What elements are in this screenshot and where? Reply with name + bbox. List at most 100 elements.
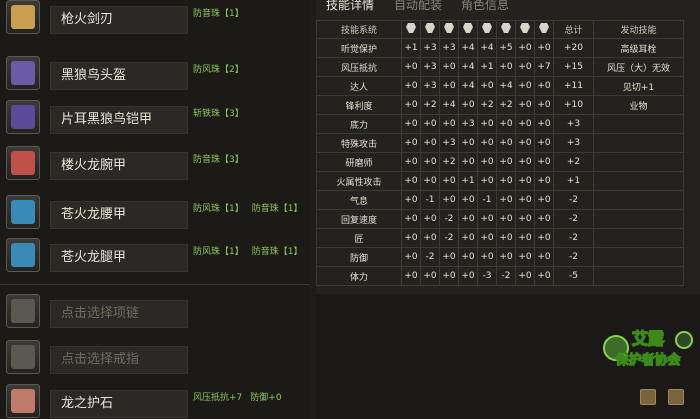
skill-point-cell: +0 [534, 171, 554, 191]
skill-point-cell: -2 [496, 266, 516, 286]
charm-icon-glyph [11, 389, 35, 413]
waist-armor-icon-glyph [11, 200, 35, 224]
skill-point-cell: +0 [401, 190, 421, 210]
skill-point-cell: +0 [458, 247, 478, 267]
tab-character-info[interactable]: 角色信息 [461, 0, 509, 13]
decoration-label: 防音珠【3】 [193, 155, 244, 165]
equipment-name[interactable]: 点击选择戒指 [50, 346, 188, 374]
active-skill [593, 190, 684, 210]
equipment-slot[interactable]: 片耳黑狼鸟铠甲 斩铁珠【3】 [0, 100, 310, 146]
skill-point-cell: -2 [439, 228, 459, 248]
logo-text-top: 艾露 [632, 329, 665, 348]
weapon-icon [401, 20, 421, 39]
skill-total: -2 [553, 190, 594, 210]
equipment-slot[interactable]: 楼火龙腕甲 防音珠【3】 [0, 146, 310, 192]
skill-point-cell: -3 [477, 266, 497, 286]
skill-point-cell: +7 [534, 57, 554, 77]
necklace-icon-glyph [11, 299, 35, 323]
skill-point-cell: +0 [496, 190, 516, 210]
skill-point-cell: +0 [515, 209, 535, 229]
equipment-name[interactable]: 点击选择项链 [50, 300, 188, 328]
table-header-row: 技能系统 总计 发动技能 [316, 20, 684, 39]
table-row: 风压抵抗 +0 +3 +0 +4 +1 +0 +0 +7 +15 风压（大）无效 [316, 57, 684, 77]
skill-point-cell: +0 [420, 114, 440, 134]
skill-point-cell: +0 [496, 57, 516, 77]
skill-name: 风压抵抗 [316, 57, 402, 77]
skill-point-cell: +0 [534, 190, 554, 210]
skill-point-cell: -2 [439, 209, 459, 229]
skill-point-cell: +0 [515, 247, 535, 267]
skill-name: 听觉保护 [316, 38, 402, 58]
tab-auto-equip[interactable]: 自动配装 [394, 0, 442, 13]
necklace-icon[interactable] [6, 294, 40, 328]
skill-total: -2 [553, 247, 594, 267]
settings-button[interactable] [668, 389, 684, 405]
equipment-slot[interactable]: 龙之护石 风压抵抗+7 防御+0 [0, 384, 310, 419]
skill-point-cell: +0 [515, 38, 535, 58]
logo-icon: 艾露 保护者协会 [603, 328, 693, 369]
equipment-name[interactable]: 片耳黑狼鸟铠甲 [50, 106, 188, 134]
skill-name: 回复速度 [316, 209, 402, 229]
skill-name: 气息 [316, 190, 402, 210]
skill-point-cell: +0 [496, 152, 516, 172]
waist-armor-icon[interactable] [6, 195, 40, 229]
table-row: 火属性攻击 +0 +0 +0 +1 +0 +0 +0 +0 +1 [316, 171, 684, 191]
arm-icon [458, 20, 478, 39]
skill-point-cell: +0 [515, 266, 535, 286]
export-button[interactable] [640, 389, 656, 405]
tab-skill-detail[interactable]: 技能详情 [326, 0, 374, 13]
leg-armor-icon[interactable] [6, 238, 40, 272]
active-skill [593, 133, 684, 153]
skill-point-cell: +4 [439, 95, 459, 115]
helmet-icon[interactable] [6, 56, 40, 90]
active-skill [593, 114, 684, 134]
equipment-name[interactable]: 枪火剑刃 [50, 6, 188, 34]
skill-point-cell: +0 [420, 266, 440, 286]
gauntlet-icon[interactable] [6, 146, 40, 180]
equipment-slot[interactable]: 点击选择项链 [0, 294, 310, 340]
charm-icon[interactable] [6, 384, 40, 418]
equipment-slot[interactable]: 苍火龙腰甲 防风珠【1】 防音珠【1】 [0, 195, 310, 241]
skill-point-cell: +3 [439, 133, 459, 153]
sword-icon-glyph [11, 5, 35, 29]
skill-point-cell: +0 [458, 228, 478, 248]
equipment-slot[interactable]: 点击选择戒指 [0, 340, 310, 386]
skill-point-cell: +0 [534, 247, 554, 267]
equipment-separator [0, 284, 310, 285]
equipment-name[interactable]: 黑狼鸟头盔 [50, 62, 188, 90]
decoration-label: 防御+0 [250, 393, 282, 403]
equipment-name[interactable]: 苍火龙腰甲 [50, 201, 188, 229]
skill-table: 技能系统 总计 发动技能 听觉保护 +1 +3 +3 +4 +4 +5 +0 +0 +20 高级耳栓… [316, 20, 684, 286]
skill-point-cell: +0 [458, 95, 478, 115]
active-skill: 高级耳栓 [593, 38, 684, 58]
equipment-panel: 枪火剑刃 防音珠【1】 黑狼鸟头盔 防风珠【2】 片耳黑狼鸟铠甲 斩铁珠【3】 楼火龙腕甲防… [0, 0, 310, 419]
decoration-label: 防音珠【1】 [251, 247, 303, 257]
active-skill [593, 171, 684, 191]
equipment-name[interactable]: 龙之护石 [50, 390, 188, 418]
equipment-slot[interactable]: 黑狼鸟头盔 防风珠【2】 [0, 56, 310, 102]
chest-armor-icon[interactable] [6, 100, 40, 134]
tab-bar: 技能详情 自动配装 角色信息 [316, 0, 700, 16]
decoration-label: 风压抵抗+7 [193, 393, 243, 403]
skill-point-cell: +1 [401, 38, 421, 58]
ring-icon [534, 20, 554, 39]
leg-icon [496, 20, 516, 39]
skill-point-cell: -1 [477, 190, 497, 210]
ring-icon[interactable] [6, 340, 40, 374]
skill-point-cell: +0 [439, 190, 459, 210]
table-row: 气息 +0 -1 +0 +0 -1 +0 +0 +0 -2 [316, 190, 684, 210]
equipment-slot[interactable]: 枪火剑刃 防音珠【1】 [0, 0, 310, 46]
decoration-label: 防风珠【1】 [193, 247, 244, 257]
equipment-name[interactable]: 楼火龙腕甲 [50, 152, 188, 180]
equipment-slot[interactable]: 苍火龙腿甲 防风珠【1】 防音珠【1】 [0, 238, 310, 284]
active-skill [593, 266, 684, 286]
skill-point-cell: +0 [477, 76, 497, 96]
decoration-label: 斩铁珠【3】 [193, 109, 244, 119]
skill-point-cell: +3 [458, 114, 478, 134]
table-row: 研磨师 +0 +0 +2 +0 +0 +0 +0 +0 +2 [316, 152, 684, 172]
skill-point-cell: +0 [420, 171, 440, 191]
skill-name: 体力 [316, 266, 402, 286]
equipment-name[interactable]: 苍火龙腿甲 [50, 244, 188, 272]
sword-icon[interactable] [6, 0, 40, 34]
skill-point-cell: +0 [458, 266, 478, 286]
